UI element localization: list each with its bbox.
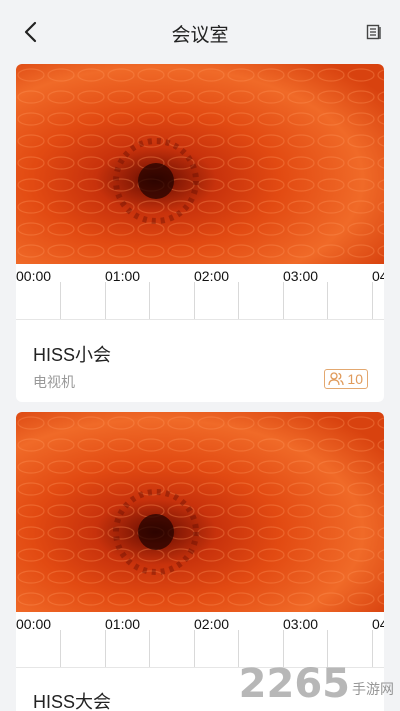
people-icon — [328, 372, 345, 386]
timeline-label: 01:00 — [105, 268, 141, 284]
timeline-label: 03:00 — [283, 268, 319, 284]
list-view-button[interactable] — [362, 20, 386, 44]
timeline-tick — [105, 282, 106, 320]
list-icon — [366, 24, 381, 40]
page-title: 会议室 — [171, 25, 229, 46]
room-equipment: 电视机 — [33, 374, 75, 390]
watermark-text: 手游网 — [352, 681, 394, 697]
timeline-baseline — [16, 319, 384, 320]
timeline-label: 02:00 — [194, 616, 230, 632]
timeline-label: 01:00 — [105, 616, 141, 632]
timeline-tick — [149, 282, 150, 320]
watermark-logo: 2265 手游网 — [239, 661, 394, 707]
capacity-count: 10 — [347, 371, 363, 387]
timeline-tick — [194, 630, 195, 668]
top-bar: 会议室 — [0, 0, 400, 64]
timeline-tick — [60, 630, 61, 668]
room-photo — [16, 412, 384, 612]
room-card[interactable]: 00:00 01:00 02:00 03:00 04 HISS小会 电视机 10 — [16, 64, 384, 402]
timeline-tick — [60, 282, 61, 320]
timeline-label: 00:00 — [16, 616, 52, 632]
room-name: HISS小会 — [33, 345, 112, 365]
timeline-tick — [283, 282, 284, 320]
watermark-number: 2265 — [238, 661, 350, 707]
timeline-label: 02:00 — [194, 268, 230, 284]
capacity-badge: 10 — [324, 369, 368, 389]
timeline-tick — [105, 630, 106, 668]
timeline-label: 00:00 — [16, 268, 52, 284]
timeline-label: 04 — [372, 616, 384, 632]
timeline-label: 03:00 — [283, 616, 319, 632]
timeline-tick — [238, 282, 239, 320]
room-photo — [16, 64, 384, 264]
timeline[interactable]: 00:00 01:00 02:00 03:00 04 — [16, 264, 384, 320]
timeline-tick — [327, 282, 328, 320]
timeline-label: 04 — [372, 268, 384, 284]
timeline[interactable]: 00:00 01:00 02:00 03:00 04 — [16, 612, 384, 668]
timeline-tick — [372, 282, 373, 320]
timeline-tick — [194, 282, 195, 320]
timeline-tick — [149, 630, 150, 668]
room-name: HISS大会 — [33, 692, 112, 711]
